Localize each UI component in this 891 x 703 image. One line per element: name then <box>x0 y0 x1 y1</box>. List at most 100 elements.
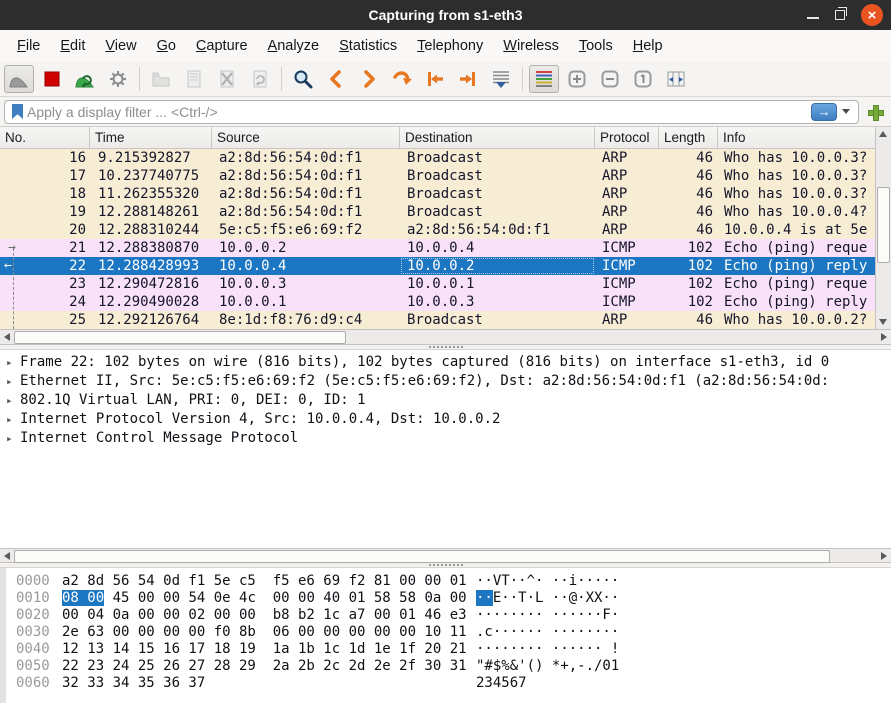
detail-row-ethernet[interactable]: ▸ Ethernet II, Src: 5e:c5:f5:e6:69:f2 (5e… <box>6 372 891 391</box>
table-row[interactable]: 24 12.290490028 10.0.0.1 10.0.0.3 ICMP 102 Ech… <box>0 293 875 311</box>
hex-offset: 0050 <box>16 658 50 674</box>
detail-row-icmp[interactable]: ▸ Internet Control Message Protocol <box>6 429 891 448</box>
find-packet-icon[interactable] <box>288 65 318 93</box>
column-header-time[interactable]: Time <box>90 127 212 148</box>
go-forward-icon[interactable] <box>354 65 384 93</box>
zoom-in-icon[interactable] <box>562 65 592 93</box>
close-icon[interactable]: × <box>861 4 883 26</box>
table-row[interactable]: 18 11.262355320 a2:8d:56:54:0d:f1 Broadcast… <box>0 185 875 203</box>
scroll-right-icon[interactable] <box>877 330 891 344</box>
detail-text: Internet Control Message Protocol <box>20 430 299 446</box>
hex-offset: 0040 <box>16 641 50 657</box>
column-header-info[interactable]: Info <box>718 127 875 148</box>
hex-row[interactable]: 0010 08 00 45 00 00 54 0e 4c 00 00 40 01 … <box>16 590 891 607</box>
auto-scroll-icon[interactable] <box>486 65 516 93</box>
menu-edit[interactable]: Edit <box>51 34 94 58</box>
detail-text: Ethernet II, Src: 5e:c5:f5:e6:69:f2 (5e:… <box>20 373 830 389</box>
go-last-packet-icon[interactable] <box>453 65 483 93</box>
menu-go[interactable]: Go <box>148 34 185 58</box>
expander-icon[interactable]: ▸ <box>6 410 20 429</box>
hscroll-thumb[interactable] <box>14 550 830 563</box>
scroll-up-icon[interactable] <box>876 127 890 141</box>
go-to-packet-icon[interactable] <box>387 65 417 93</box>
window-title: Capturing from s1-eth3 <box>368 7 523 23</box>
hex-dump-pane: 0000 a2 8d 56 54 0d f1 5e c5 f5 e6 69 f2 … <box>0 568 891 703</box>
column-header-protocol[interactable]: Protocol <box>595 127 659 148</box>
hex-row[interactable]: 0040 12 13 14 15 16 17 18 19 1a 1b 1c 1d … <box>16 641 891 658</box>
table-row[interactable]: 20 12.288310244 5e:c5:f5:e6:69:f2 a2:8d:56:… <box>0 221 875 239</box>
resize-columns-icon[interactable] <box>661 65 691 93</box>
menu-view[interactable]: View <box>96 34 145 58</box>
menu-tools[interactable]: Tools <box>570 34 622 58</box>
scroll-left-icon[interactable] <box>0 330 14 344</box>
column-header-length[interactable]: Length <box>659 127 718 148</box>
menu-wireless[interactable]: Wireless <box>494 34 568 58</box>
scroll-down-icon[interactable] <box>876 315 890 329</box>
related-response-icon: ← <box>4 258 12 273</box>
filter-dropdown-icon[interactable] <box>842 109 850 114</box>
related-request-icon: → <box>8 240 16 255</box>
toolbar-separator <box>139 67 140 91</box>
packet-rows: → ← 16 9.215392827 a2:8d:56:54:0d:f1 Broadc… <box>0 149 875 329</box>
detail-row-ip[interactable]: ▸ Internet Protocol Version 4, Src: 10.0.… <box>6 410 891 429</box>
hex-row[interactable]: 0060 32 33 34 35 36 37 234567 <box>16 675 891 692</box>
column-header-source[interactable]: Source <box>212 127 400 148</box>
hex-row[interactable]: 0000 a2 8d 56 54 0d f1 5e c5 f5 e6 69 f2 … <box>16 573 891 590</box>
apply-filter-icon[interactable] <box>811 102 837 121</box>
table-row[interactable]: 25 12.292126764 8e:1d:f8:76:d9:c4 Broadcast… <box>0 311 875 329</box>
table-row[interactable]: 17 10.237740775 a2:8d:56:54:0d:f1 Broadcast… <box>0 167 875 185</box>
open-file-icon <box>146 65 176 93</box>
menu-capture[interactable]: Capture <box>187 34 257 58</box>
add-filter-button-icon[interactable] <box>866 103 884 121</box>
menu-analyze[interactable]: Analyze <box>259 34 329 58</box>
scroll-left-icon[interactable] <box>0 549 14 563</box>
filter-bar <box>0 97 891 127</box>
detail-row-vlan[interactable]: ▸ 802.1Q Virtual LAN, PRI: 0, DEI: 0, ID:… <box>6 391 891 410</box>
zoom-out-icon[interactable] <box>595 65 625 93</box>
hex-offset: 0060 <box>16 675 50 691</box>
details-hscrollbar[interactable] <box>0 548 891 563</box>
table-row[interactable]: 21 12.288380870 10.0.0.2 10.0.0.4 ICMP 102 Ech… <box>0 239 875 257</box>
column-header-destination[interactable]: Destination <box>400 127 595 148</box>
go-back-icon[interactable] <box>321 65 351 93</box>
restart-capture-icon[interactable] <box>70 65 100 93</box>
hscroll-thumb[interactable] <box>14 331 346 344</box>
restore-icon[interactable] <box>835 7 847 20</box>
menu-telephony[interactable]: Telephony <box>408 34 492 58</box>
packet-list-vscrollbar[interactable] <box>875 127 891 329</box>
stop-capture-icon[interactable] <box>37 65 67 93</box>
display-filter-input[interactable] <box>27 103 811 120</box>
menu-file[interactable]: File <box>8 34 49 58</box>
menu-help[interactable]: Help <box>624 34 672 58</box>
packet-list-hscrollbar[interactable] <box>0 329 891 345</box>
reload-file-icon <box>245 65 275 93</box>
expander-icon[interactable]: ▸ <box>6 429 20 448</box>
packet-details: ▸ Frame 22: 102 bytes on wire (816 bits),… <box>0 350 891 548</box>
hex-row[interactable]: 0030 2e 63 00 00 00 00 f0 8b 06 00 00 00 … <box>16 624 891 641</box>
expander-icon[interactable]: ▸ <box>6 353 20 372</box>
hex-row[interactable]: 0050 22 23 24 25 26 27 28 29 2a 2b 2c 2d … <box>16 658 891 675</box>
hex-selected-bytes: 08 00 <box>62 590 105 606</box>
detail-text: Internet Protocol Version 4, Src: 10.0.0… <box>20 411 501 427</box>
menu-statistics[interactable]: Statistics <box>330 34 406 58</box>
vscroll-thumb[interactable] <box>877 187 890 263</box>
colorize-icon[interactable] <box>529 65 559 93</box>
minimize-icon[interactable] <box>807 17 819 19</box>
detail-row-frame[interactable]: ▸ Frame 22: 102 bytes on wire (816 bits),… <box>6 353 891 372</box>
expander-icon[interactable]: ▸ <box>6 391 20 410</box>
bookmark-icon[interactable] <box>12 104 23 119</box>
hex-row[interactable]: 0020 00 04 0a 00 00 02 00 00 b8 b2 1c a7 … <box>16 607 891 624</box>
table-row[interactable]: 23 12.290472816 10.0.0.3 10.0.0.1 ICMP 102 Ech… <box>0 275 875 293</box>
capture-options-icon[interactable] <box>103 65 133 93</box>
table-row[interactable]: 16 9.215392827 a2:8d:56:54:0d:f1 Broadcast A… <box>0 149 875 167</box>
display-filter-container <box>4 99 859 124</box>
table-row[interactable]: 19 12.288148261 a2:8d:56:54:0d:f1 Broadcast… <box>0 203 875 221</box>
wireshark-window: Capturing from s1-eth3 × File Edit View … <box>0 0 891 703</box>
column-header-no[interactable]: No. <box>0 127 90 148</box>
expander-icon[interactable]: ▸ <box>6 372 20 391</box>
table-row-selected[interactable]: 22 12.288428993 10.0.0.4 10.0.0.2 ICMP 102 Ech… <box>0 257 875 275</box>
scroll-right-icon[interactable] <box>877 549 891 563</box>
zoom-original-icon[interactable] <box>628 65 658 93</box>
go-first-packet-icon[interactable] <box>420 65 450 93</box>
packet-list: No. Time Source Destination Protocol Len… <box>0 127 891 329</box>
